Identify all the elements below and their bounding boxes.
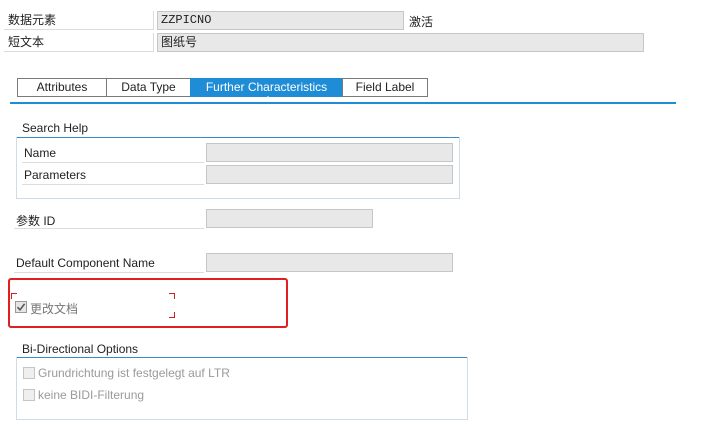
row-divider — [14, 272, 204, 273]
row-divider — [14, 228, 204, 229]
search-help-title: Search Help — [22, 121, 89, 135]
change-document-label: 更改文档 — [30, 302, 79, 316]
data-element-label: 数据元素 — [4, 11, 154, 30]
tab-field-label[interactable]: Field Label — [342, 78, 428, 97]
bidi-ltr-label: Grundrichtung ist festgelegt auf LTR — [38, 366, 230, 380]
bidi-no-filter-label: keine BIDI-Filterung — [38, 388, 145, 402]
parameter-id-field[interactable] — [206, 209, 373, 228]
focus-corner-bottom-right — [169, 312, 175, 318]
data-element-field[interactable]: ZZPICNO — [157, 11, 404, 30]
focus-corner-top-left — [11, 293, 17, 299]
search-help-parameters-field[interactable] — [206, 165, 453, 184]
search-help-name-field[interactable] — [206, 143, 453, 162]
bidi-title: Bi-Directional Options — [22, 342, 139, 356]
tab-attributes[interactable]: Attributes — [17, 78, 107, 97]
change-document-checkbox[interactable] — [15, 301, 27, 313]
bidi-ltr-checkbox[interactable] — [23, 367, 35, 379]
checkmark-icon — [16, 303, 26, 312]
bidi-no-filter-checkbox[interactable] — [23, 389, 35, 401]
search-help-name-label: Name — [24, 146, 57, 160]
status-text: 激活 — [409, 15, 434, 29]
tab-further-characteristics[interactable]: Further Characteristics — [190, 78, 343, 97]
default-component-label: Default Component Name — [16, 256, 155, 270]
short-text-field[interactable]: 图纸号 — [157, 33, 644, 52]
row-divider — [22, 184, 204, 185]
focus-corner-top-right — [169, 293, 175, 299]
short-text-label: 短文本 — [4, 33, 154, 52]
default-component-field[interactable] — [206, 253, 453, 272]
parameter-id-label: 参数 ID — [16, 214, 56, 228]
row-divider — [22, 162, 204, 163]
search-help-parameters-label: Parameters — [24, 168, 87, 182]
tab-underline — [10, 102, 676, 104]
tab-data-type[interactable]: Data Type — [106, 78, 191, 97]
